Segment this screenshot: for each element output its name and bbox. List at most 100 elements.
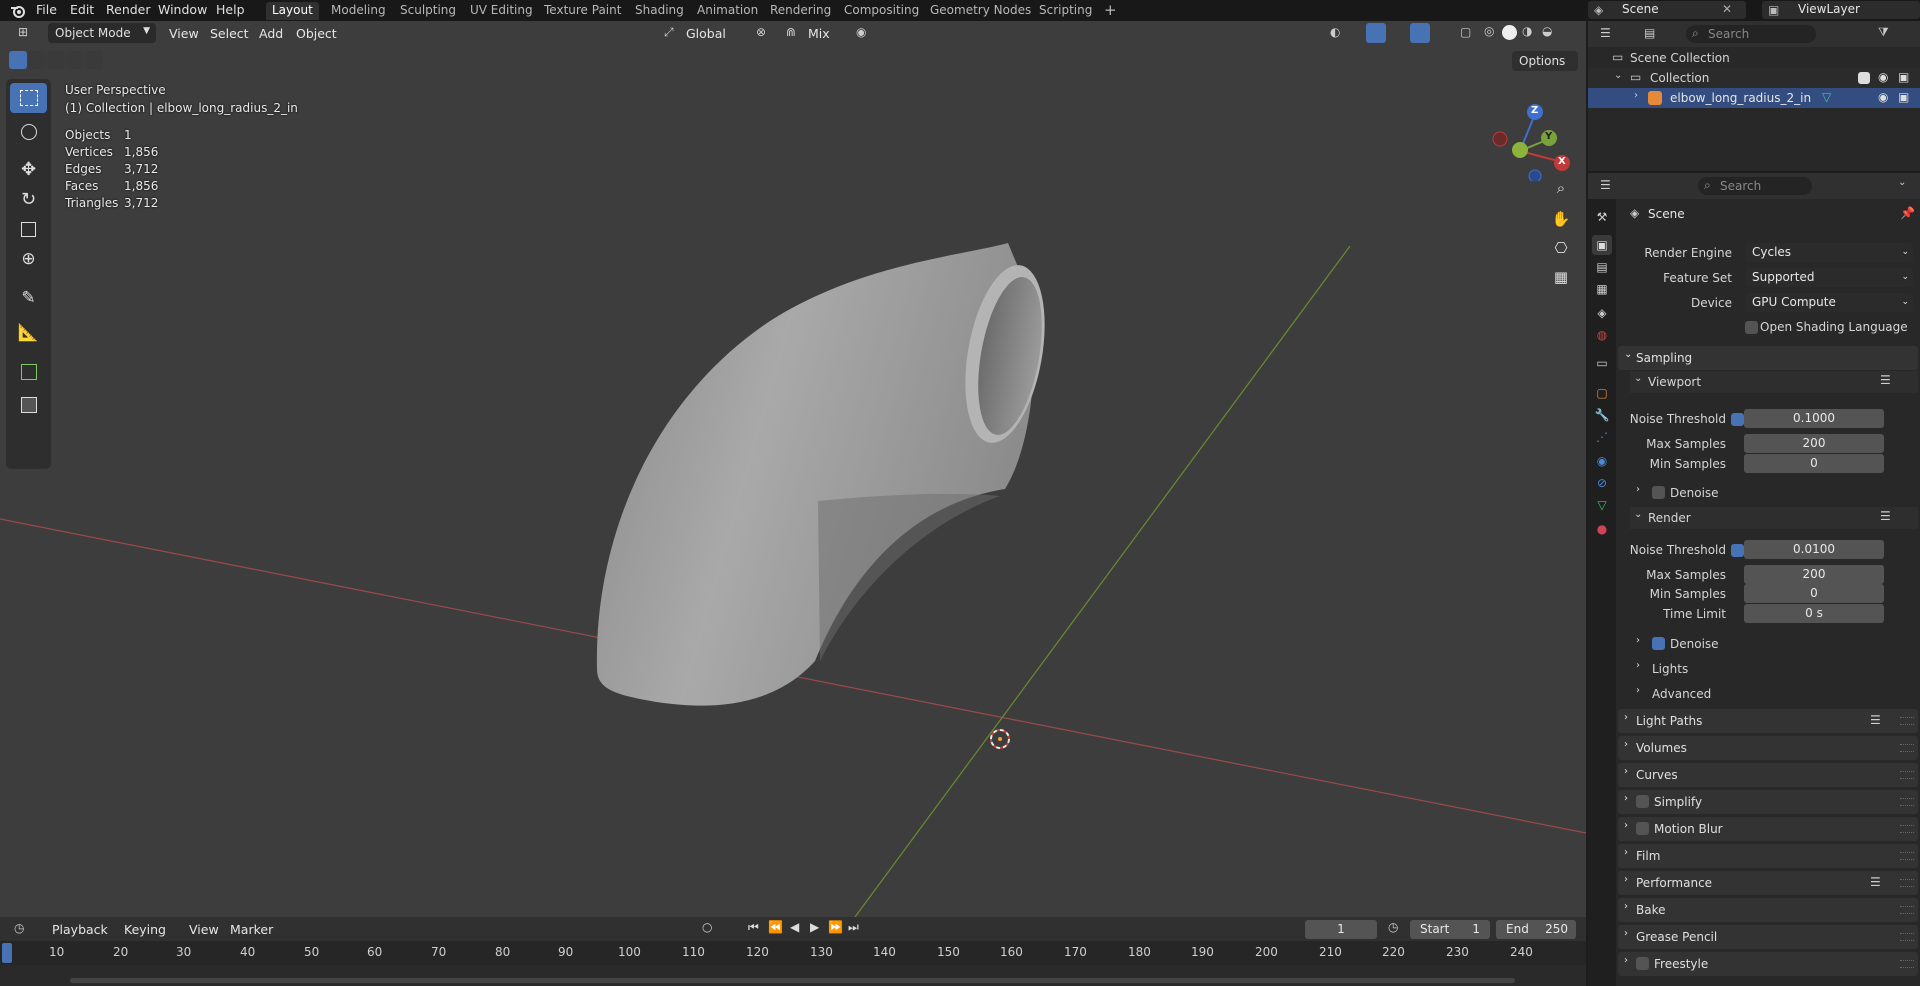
proportional-edit-icon[interactable]: ◉ <box>856 25 866 39</box>
jump-start-icon[interactable]: ⏮ <box>748 920 759 935</box>
volumes-panel[interactable]: › Volumes <box>1618 736 1918 760</box>
next-keyframe-icon[interactable]: ⏩ <box>828 920 843 934</box>
select-intersect-icon[interactable] <box>85 51 103 69</box>
drag-handle-icon[interactable] <box>1900 744 1914 752</box>
presets-icon[interactable]: ☰ <box>1880 509 1891 523</box>
pin-icon[interactable]: 📌 <box>1900 206 1915 220</box>
tab-uv-editing[interactable]: UV Editing <box>464 2 539 20</box>
drag-handle-icon[interactable] <box>1900 852 1914 860</box>
tab-geometry-nodes[interactable]: Geometry Nodes <box>924 2 1037 20</box>
camera-render-icon[interactable]: ▣ <box>1898 70 1909 84</box>
menu-view[interactable]: View <box>189 922 219 937</box>
outliner-row-object[interactable]: › elbow_long_radius_2_in ▽ ◉ ▣ <box>1588 88 1920 108</box>
output-tab-icon[interactable]: ▤ <box>1592 257 1612 277</box>
add-cube-tool-icon[interactable] <box>10 357 47 387</box>
r-max-field[interactable]: 200 <box>1744 565 1884 584</box>
device-dropdown[interactable]: GPU Compute ⌄ <box>1745 293 1913 312</box>
tab-modeling[interactable]: Modeling <box>325 2 392 20</box>
menu-select[interactable]: Select <box>210 26 249 41</box>
menu-help[interactable]: Help <box>216 2 245 17</box>
vp-denoise-checkbox[interactable] <box>1652 486 1665 499</box>
menu-object[interactable]: Object <box>296 26 337 41</box>
tab-compositing[interactable]: Compositing <box>838 2 925 20</box>
viewport-scene[interactable] <box>0 21 1586 917</box>
scene-selector[interactable]: ◈ Scene ✕ <box>1588 1 1746 19</box>
drag-handle-icon[interactable] <box>1900 825 1914 833</box>
r-min-field[interactable]: 0 <box>1744 584 1884 603</box>
rendered-shading-icon[interactable]: ◒ <box>1542 24 1552 38</box>
tool-tab-icon[interactable]: ⚒ <box>1592 207 1612 227</box>
menu-window[interactable]: Window <box>158 2 207 17</box>
orientation-label[interactable]: Global <box>686 26 726 41</box>
frame-ruler[interactable]: 10 20 30 40 50 60 70 80 90 100 110 120 1… <box>0 941 1586 965</box>
tab-layout[interactable]: Layout <box>266 2 319 20</box>
drag-handle-icon[interactable] <box>1900 717 1914 725</box>
menu-keying[interactable]: Keying <box>124 922 166 937</box>
select-box-tool-icon[interactable] <box>10 83 47 113</box>
snap-icon[interactable]: ⋒ <box>786 25 796 39</box>
menu-file[interactable]: File <box>36 2 57 17</box>
properties-editor[interactable]: ☰ ⌕ Search ⌄ ⚒ ▣ ▤ ▦ ◈ ◍ ▭ ▢ 🔧 ⋰ ◉ ⊘ ▽ ●… <box>1588 173 1920 986</box>
pan-hand-icon[interactable]: ✋ <box>1548 206 1574 232</box>
tab-texture-paint[interactable]: Texture Paint <box>538 2 627 20</box>
menu-playback[interactable]: Playback <box>52 922 108 937</box>
film-panel[interactable]: › Film <box>1618 844 1918 868</box>
vp-max-field[interactable]: 200 <box>1744 434 1884 453</box>
filter-icon[interactable]: ⧩ <box>1878 25 1889 40</box>
3d-viewport[interactable]: ⊞ Object Mode ▼ View Select Add Object ⤢… <box>0 21 1586 917</box>
measure-tool-icon[interactable]: 📐 <box>10 318 47 348</box>
bake-panel[interactable]: › Bake <box>1618 898 1918 922</box>
material-tab-icon[interactable]: ● <box>1592 519 1612 539</box>
eye-icon[interactable]: ◉ <box>1878 70 1888 84</box>
wireframe-shading-icon[interactable]: ◎ <box>1484 24 1494 38</box>
presets-icon[interactable]: ☰ <box>1870 713 1881 727</box>
menu-render[interactable]: Render <box>106 2 151 17</box>
close-icon[interactable]: ✕ <box>1722 2 1732 16</box>
chevron-right-icon[interactable]: › <box>1634 90 1638 101</box>
curves-panel[interactable]: › Curves <box>1618 763 1918 787</box>
outliner-row-collection[interactable]: ⌄ ▭ Collection ◉ ▣ <box>1588 68 1920 88</box>
menu-view[interactable]: View <box>169 26 199 41</box>
snap-mode-label[interactable]: Mix <box>808 26 830 41</box>
view-layer-tab-icon[interactable]: ▦ <box>1592 279 1612 299</box>
data-tab-icon[interactable]: ▽ <box>1592 495 1612 515</box>
cursor-tool-icon[interactable] <box>10 117 47 147</box>
outliner[interactable]: ☰ ▤ ⌕ Search ⧩ ▭ Scene Collection ⌄ ▭ Co… <box>1588 21 1920 171</box>
camera-view-icon[interactable]: ⎔ <box>1548 235 1574 261</box>
visibility-icon[interactable]: ◐ <box>1330 25 1340 39</box>
vp-noise-checkbox[interactable] <box>1731 413 1744 426</box>
outliner-search-input[interactable]: ⌕ Search <box>1686 25 1816 43</box>
display-mode-icon[interactable]: ▤ <box>1644 26 1655 40</box>
freestyle-panel[interactable]: › Freestyle <box>1618 952 1918 976</box>
clock-icon[interactable]: ◷ <box>14 921 24 935</box>
drag-handle-icon[interactable] <box>1900 906 1914 914</box>
motion-blur-panel[interactable]: › Motion Blur <box>1618 817 1918 841</box>
particles-tab-icon[interactable]: ⋰ <box>1592 427 1612 447</box>
chevron-down-icon[interactable]: ⌄ <box>1898 177 1906 188</box>
osl-checkbox[interactable] <box>1745 321 1758 334</box>
playhead[interactable] <box>2 943 12 963</box>
world-tab-icon[interactable]: ◍ <box>1592 325 1612 345</box>
constraints-tab-icon[interactable]: ⊘ <box>1592 473 1612 493</box>
options-dropdown[interactable]: Options <box>1512 51 1578 71</box>
menu-edit[interactable]: Edit <box>70 2 94 17</box>
render-tab-icon[interactable]: ▣ <box>1592 235 1612 255</box>
material-shading-icon[interactable]: ◑ <box>1522 24 1532 38</box>
drag-handle-icon[interactable] <box>1900 960 1914 968</box>
play-reverse-icon[interactable]: ◀ <box>790 920 799 934</box>
timeline-scrollbar[interactable] <box>70 978 1515 983</box>
drag-handle-icon[interactable] <box>1900 798 1914 806</box>
presets-icon[interactable]: ☰ <box>1880 373 1891 387</box>
drag-handle-icon[interactable] <box>1900 879 1914 887</box>
motion-blur-checkbox[interactable] <box>1636 822 1649 835</box>
drag-handle-icon[interactable] <box>1900 771 1914 779</box>
vp-min-field[interactable]: 0 <box>1744 454 1884 473</box>
editor-type-icon[interactable]: ⊞ <box>18 25 28 39</box>
annotate-tool-icon[interactable]: ✎ <box>10 283 47 313</box>
properties-editor-icon[interactable]: ☰ <box>1600 178 1611 192</box>
timeline-editor[interactable]: ◷ Playback Keying View Marker ○ ⏮ ⏪ ◀ ▶ … <box>0 917 1586 986</box>
physics-tab-icon[interactable]: ◉ <box>1592 451 1612 471</box>
xray-icon[interactable]: ▢ <box>1460 25 1471 39</box>
outliner-row-scene-collection[interactable]: ▭ Scene Collection <box>1588 48 1920 68</box>
jump-end-icon[interactable]: ⏭ <box>848 920 859 935</box>
